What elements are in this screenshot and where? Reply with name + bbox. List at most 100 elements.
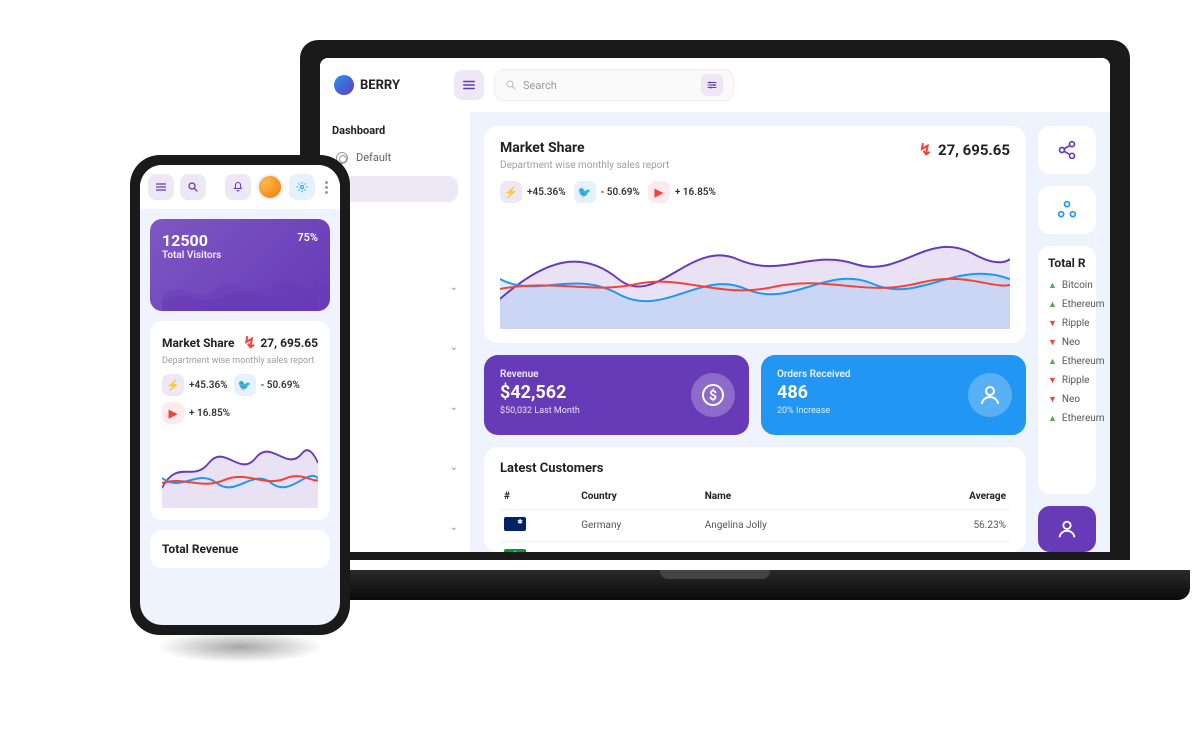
app-body: Dashboard Default ⌄ ⌄ ⌄ ⌄ ⌄ (320, 112, 1110, 552)
kpi-row: Revenue $42,562 $50,032 Last Month $ Ord… (484, 355, 1026, 435)
col-name: Name (701, 484, 895, 510)
sidebar-item-default[interactable]: Default (332, 145, 458, 170)
right-rail: Total R ▲Bitcoin ▲Ethereum ▼Ripple ▼Neo … (1038, 126, 1096, 552)
list-item[interactable]: ▲Ethereum (1048, 295, 1086, 314)
twitter-icon: 🐦 (574, 181, 596, 203)
share-button[interactable] (1038, 126, 1096, 174)
card-subtitle: Department wise monthly sales report (500, 160, 669, 171)
table-row[interactable]: USA John Deo 25.23% (500, 542, 1010, 553)
avatar[interactable] (257, 174, 283, 200)
table-row[interactable]: Germany Angelina Jolly 56.23% (500, 510, 1010, 542)
kpi-revenue-card[interactable]: Revenue $42,562 $50,032 Last Month $ (484, 355, 749, 435)
chip-youtube: ▶+ 16.85% (648, 181, 716, 203)
chevron-down-icon[interactable]: ⌄ (450, 402, 458, 413)
chip-youtube: ▶+ 16.85% (162, 402, 230, 424)
network-button[interactable] (1038, 186, 1096, 234)
customers-table: # Country Name Average Germany A (500, 484, 1010, 552)
gear-icon (296, 181, 308, 193)
settings-button[interactable] (289, 174, 315, 200)
list-item[interactable]: ▼Ripple (1048, 371, 1086, 390)
phone-market-share-card: Market Share ↯ 27, 695.65 Department wis… (150, 321, 330, 520)
card-title: Total Revenue (162, 542, 318, 556)
bolt-icon: ⚡ (162, 374, 184, 396)
chip-twitter: 🐦- 50.69% (234, 374, 300, 396)
chip-row: ⚡+45.36% 🐦- 50.69% ▶+ 16.85% (162, 374, 318, 424)
trend-down-icon: ↯ (919, 140, 932, 159)
mini-card[interactable] (1038, 506, 1096, 552)
visitors-chart (162, 261, 318, 311)
chevron-down-icon[interactable]: ⌄ (450, 342, 458, 353)
hamburger-icon (462, 78, 476, 92)
youtube-icon: ▶ (648, 181, 670, 203)
col-index: # (500, 484, 577, 510)
market-share-chart (500, 209, 1010, 329)
visitors-pct: 75% (297, 231, 318, 244)
kpi-orders-card[interactable]: Orders Received 486 20% Increase (761, 355, 1026, 435)
chevron-down-icon[interactable]: ⌄ (450, 282, 458, 293)
chip-facebook: ⚡+45.36% (500, 181, 566, 203)
list-item[interactable]: ▼Ripple (1048, 314, 1086, 333)
user-icon (968, 373, 1012, 417)
share-icon (1057, 140, 1077, 160)
search-input[interactable]: Search (494, 69, 734, 101)
list-item[interactable]: ▲Bitcoin (1048, 276, 1086, 295)
list-item[interactable]: ▼Neo (1048, 333, 1086, 352)
sidebar-item-selected[interactable] (332, 176, 458, 202)
visitors-label: Total Visitors (162, 250, 221, 261)
arrow-down-icon: ▼ (1048, 375, 1057, 386)
nodes-icon (1057, 200, 1077, 220)
brand-name: BERRY (360, 78, 400, 93)
flag-icon (504, 517, 526, 531)
trend-down-icon: ↯ (243, 333, 256, 352)
logo-icon (334, 75, 354, 95)
value-text: 27, 695.65 (938, 141, 1010, 159)
arrow-down-icon: ▼ (1048, 394, 1057, 405)
list-item[interactable]: ▲Ethereum (1048, 352, 1086, 371)
sidebar-item-label: Default (356, 151, 391, 164)
phone-body: 12500 Total Visitors 75% Market Share (140, 209, 340, 625)
card-title: Market Share (500, 140, 669, 156)
svg-text:$: $ (709, 387, 717, 404)
user-icon (1056, 518, 1078, 540)
tune-icon (706, 79, 718, 91)
search-placeholder: Search (523, 79, 557, 92)
more-button[interactable] (321, 181, 332, 194)
chip-facebook: ⚡+45.36% (162, 374, 228, 396)
main-column: Market Share Department wise monthly sal… (484, 126, 1026, 552)
chevron-down-icon[interactable]: ⌄ (450, 522, 458, 533)
phone-total-revenue-card[interactable]: Total Revenue (150, 530, 330, 568)
arrow-down-icon: ▼ (1048, 318, 1057, 329)
visitors-card[interactable]: 12500 Total Visitors 75% (150, 219, 330, 311)
total-revenue-panel: Total R ▲Bitcoin ▲Ethereum ▼Ripple ▼Neo … (1038, 246, 1096, 494)
col-average: Average (895, 484, 1010, 510)
search-filter-button[interactable] (701, 74, 723, 96)
arrow-up-icon: ▲ (1048, 299, 1057, 310)
market-share-value: ↯ 27, 695.65 (919, 140, 1010, 159)
list-item[interactable]: ▲Ethereum (1048, 409, 1086, 428)
chevron-down-icon[interactable]: ⌄ (450, 462, 458, 473)
laptop-screen: BERRY Search Dashboard (300, 40, 1130, 560)
panel-title: Total R (1048, 256, 1086, 270)
list-item[interactable]: ▼Neo (1048, 390, 1086, 409)
search-button[interactable] (180, 174, 206, 200)
visitors-value: 12500 (162, 231, 221, 250)
arrow-up-icon: ▲ (1048, 413, 1057, 424)
dollar-icon: $ (691, 373, 735, 417)
phone-app: 12500 Total Visitors 75% Market Share (140, 165, 340, 625)
arrow-up-icon: ▲ (1048, 356, 1057, 367)
menu-toggle-button[interactable] (454, 70, 484, 100)
bolt-icon: ⚡ (500, 181, 522, 203)
chip-row: ⚡+45.36% 🐦- 50.69% ▶+ 16.85% (500, 181, 1010, 203)
youtube-icon: ▶ (162, 402, 184, 424)
bell-icon (232, 181, 244, 193)
phone-market-share-chart (162, 428, 318, 508)
laptop-base (240, 570, 1190, 600)
market-share-card: Market Share Department wise monthly sal… (484, 126, 1026, 343)
card-title: Latest Customers (500, 461, 1010, 476)
arrow-up-icon: ▲ (1048, 280, 1057, 291)
phone-device: 12500 Total Visitors 75% Market Share (130, 155, 350, 635)
notifications-button[interactable] (225, 174, 251, 200)
menu-button[interactable] (148, 174, 174, 200)
latest-customers-card: Latest Customers # Country Name Average (484, 447, 1026, 552)
app-header: BERRY Search (320, 58, 1110, 112)
